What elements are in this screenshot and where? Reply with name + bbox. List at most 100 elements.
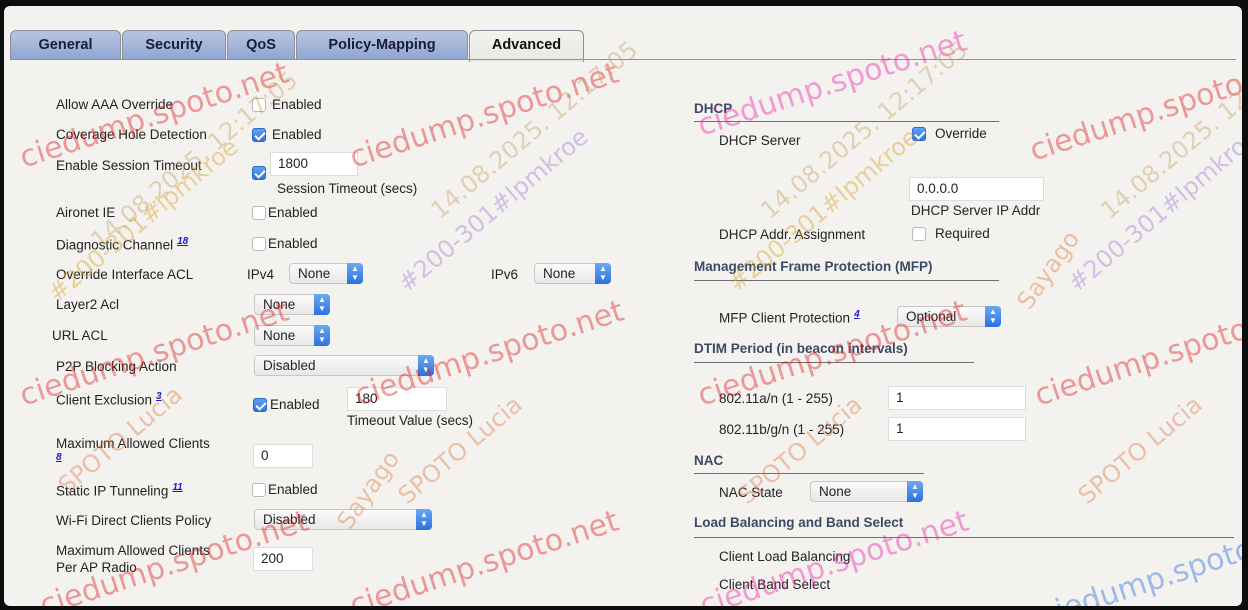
select-arrows-icon: ▲ ▼ <box>595 263 611 284</box>
override-interface-acl-label: Override Interface ACL <box>56 267 194 282</box>
dhcp-required-checkbox[interactable] <box>912 227 926 241</box>
watermark-site-text: ciedump.spoto.net <box>1030 293 1242 414</box>
url-acl-value: None <box>263 328 296 343</box>
watermark-date-text: 14.08.2025. 12:17:05 <box>1095 35 1242 225</box>
select-arrows-icon: ▲ ▼ <box>416 509 432 530</box>
mfp-client-protection-value: Optional <box>906 309 957 324</box>
nac-state-select[interactable]: None ▲ ▼ <box>810 481 923 502</box>
tab-divider <box>10 59 1236 60</box>
load-balancing-heading: Load Balancing and Band Select <box>694 515 904 530</box>
nac-state-label: NAC State <box>719 485 783 500</box>
wifi-direct-clients-policy-label: Wi-Fi Direct Clients Policy <box>56 513 212 528</box>
tab-qos[interactable]: QoS <box>227 30 295 60</box>
watermark-site-text: ciedump.spoto.net <box>1025 48 1242 169</box>
mfp-client-protection-label: MFP Client Protection 4 <box>719 309 860 326</box>
wifi-direct-clients-policy-value: Disabled <box>263 512 316 527</box>
p2p-blocking-action-value: Disabled <box>263 358 316 373</box>
diagnostic-channel-label: Diagnostic Channel 18 <box>56 236 189 253</box>
coverage-hole-detection-checkbox[interactable] <box>252 128 266 142</box>
load-balancing-divider <box>694 537 1234 538</box>
dtim-divider <box>694 362 974 363</box>
client-exclusion-enabled-label: Enabled <box>270 397 320 412</box>
watermark-sayago-text: Sayago <box>1011 225 1086 315</box>
allow-aaa-override-checkbox[interactable] <box>252 98 266 112</box>
watermark-site-text: ciedump.spoto.net <box>1035 513 1242 606</box>
watermark-date-text: 14.08.2025. 12:17:05 <box>425 35 643 225</box>
select-arrows-icon: ▲ ▼ <box>314 325 330 346</box>
ipv6-acl-select[interactable]: None ▲ ▼ <box>534 263 611 284</box>
max-clients-per-ap-radio-label-line2: Per AP Radio <box>56 560 137 575</box>
coverage-hole-detection-enabled-label: Enabled <box>272 127 322 142</box>
dhcp-heading: DHCP <box>694 101 733 116</box>
enable-session-timeout-checkbox[interactable] <box>252 166 266 180</box>
mfp-heading: Management Frame Protection (MFP) <box>694 259 933 274</box>
dhcp-override-checkbox[interactable] <box>912 127 926 141</box>
session-timeout-input[interactable]: 1800 <box>270 152 358 176</box>
max-clients-per-ap-radio-input[interactable]: 200 <box>253 547 313 571</box>
ipv6-acl-value: None <box>543 266 576 281</box>
aironet-ie-enabled-label: Enabled <box>268 205 318 220</box>
mfp-footnote-link[interactable]: 4 <box>854 309 860 320</box>
select-arrows-icon: ▲ ▼ <box>985 306 1001 327</box>
dhcp-divider <box>694 121 999 122</box>
dtim-heading: DTIM Period (in beacon intervals) <box>694 341 908 356</box>
layer2-acl-label: Layer2 Acl <box>56 297 120 312</box>
static-ip-tunneling-footnote-link[interactable]: 11 <box>172 482 182 493</box>
dhcp-server-label: DHCP Server <box>719 133 801 148</box>
static-ip-tunneling-enabled-label: Enabled <box>268 482 318 497</box>
wifi-direct-clients-policy-select[interactable]: Disabled ▲ ▼ <box>254 509 432 530</box>
diagnostic-channel-footnote-link[interactable]: 18 <box>177 236 188 247</box>
maximum-allowed-clients-footnote-link[interactable]: 8 <box>56 452 62 469</box>
ipv4-acl-value: None <box>298 266 331 281</box>
dtim-80211an-label: 802.11a/n (1 - 255) <box>719 391 833 406</box>
dhcp-addr-assignment-label: DHCP Addr. Assignment <box>719 227 866 242</box>
static-ip-tunneling-label: Static IP Tunneling 11 <box>56 482 183 499</box>
select-arrows-icon: ▲ ▼ <box>907 481 923 502</box>
layer2-acl-value: None <box>263 297 296 312</box>
watermark-name-text: SPOTO Lucia <box>1072 390 1208 510</box>
enable-session-timeout-label: Enable Session Timeout <box>56 158 202 173</box>
select-arrows-icon: ▲ ▼ <box>418 355 434 376</box>
tab-advanced[interactable]: Advanced <box>469 30 584 62</box>
aironet-ie-checkbox[interactable] <box>252 206 266 220</box>
dtim-80211bgn-label: 802.11b/g/n (1 - 255) <box>719 422 845 437</box>
p2p-blocking-action-select[interactable]: Disabled ▲ ▼ <box>254 355 434 376</box>
exclusion-timeout-input[interactable]: 180 <box>347 387 447 411</box>
ipv4-acl-select[interactable]: None ▲ ▼ <box>289 263 363 284</box>
p2p-blocking-action-label: P2P Blocking Action <box>56 359 177 374</box>
ipv6-label: IPv6 <box>491 267 519 282</box>
maximum-allowed-clients-input[interactable]: 0 <box>253 444 313 468</box>
exclusion-timeout-sublabel: Timeout Value (secs) <box>347 413 474 428</box>
url-acl-select[interactable]: None ▲ ▼ <box>254 325 330 346</box>
nac-divider <box>694 473 924 474</box>
select-arrows-icon: ▲ ▼ <box>347 263 363 284</box>
static-ip-tunneling-checkbox[interactable] <box>252 483 266 497</box>
client-load-balancing-label: Client Load Balancing <box>719 549 851 564</box>
dtim-80211an-input[interactable]: 1 <box>888 386 1026 410</box>
diagnostic-channel-enabled-label: Enabled <box>268 236 318 251</box>
dhcp-server-ip-input[interactable]: 0.0.0.0 <box>909 177 1044 201</box>
tab-policy-mapping[interactable]: Policy-Mapping <box>296 30 468 60</box>
watermark-site-text: ciedump.spoto.net <box>693 23 972 144</box>
maximum-allowed-clients-label: Maximum Allowed Clients <box>56 436 210 451</box>
session-timeout-sublabel: Session Timeout (secs) <box>277 181 418 196</box>
tab-security[interactable]: Security <box>122 30 226 60</box>
client-exclusion-footnote-link[interactable]: 3 <box>156 391 162 402</box>
dtim-80211bgn-input[interactable]: 1 <box>888 417 1026 441</box>
coverage-hole-detection-label: Coverage Hole Detection <box>56 127 207 142</box>
watermark-site-text: ciedump.spoto.net <box>345 55 624 176</box>
tab-general[interactable]: General <box>10 30 121 60</box>
mfp-divider <box>694 280 999 281</box>
ipv4-label: IPv4 <box>247 267 275 282</box>
dhcp-server-ip-sublabel: DHCP Server IP Addr <box>911 203 1041 218</box>
max-clients-per-ap-radio-label-line1: Maximum Allowed Clients <box>56 543 210 558</box>
layer2-acl-select[interactable]: None ▲ ▼ <box>254 294 330 315</box>
dhcp-required-label: Required <box>935 226 990 241</box>
allow-aaa-override-label: Allow AAA Override <box>56 97 174 112</box>
nac-heading: NAC <box>694 453 724 468</box>
mfp-client-protection-select[interactable]: Optional ▲ ▼ <box>897 306 1001 327</box>
diagnostic-channel-checkbox[interactable] <box>252 237 266 251</box>
client-exclusion-checkbox[interactable] <box>253 398 267 412</box>
select-arrows-icon: ▲ ▼ <box>314 294 330 315</box>
watermark-exam-text: #200-301#lpmkroe <box>1062 122 1242 298</box>
